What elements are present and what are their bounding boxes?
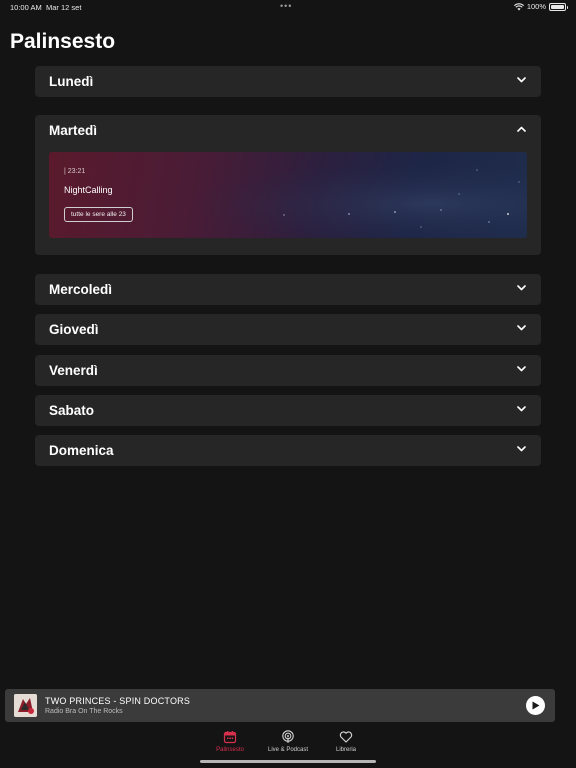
- mini-player[interactable]: TWO PRINCES - SPIN DOCTORS Radio Bra On …: [5, 689, 555, 722]
- day-label: Venerdì: [49, 363, 98, 378]
- tab-live-podcast[interactable]: Live & Podcast: [258, 730, 318, 753]
- tab-label: Live & Podcast: [267, 747, 309, 753]
- day-section-sabato: Sabato: [35, 395, 541, 426]
- tab-label: Palinsesto: [216, 747, 244, 753]
- show-card-nightcalling[interactable]: | 23:21 NightCalling tutte le sere alle …: [49, 152, 527, 238]
- battery-percent: 100%: [526, 2, 546, 11]
- day-header-lunedi[interactable]: Lunedì: [35, 66, 541, 98]
- tab-libreria[interactable]: Libreria: [316, 730, 376, 753]
- day-label: Sabato: [49, 403, 95, 418]
- chevron-down-icon: [517, 446, 526, 452]
- play-button[interactable]: [526, 696, 545, 715]
- battery-icon: [549, 2, 568, 11]
- day-section-martedi: Martedì | 23:21 NightCalling tutte le se…: [35, 115, 541, 255]
- track-title: TWO PRINCES - SPIN DOCTORS: [45, 696, 191, 706]
- show-schedule-button[interactable]: tutte le sere alle 23: [64, 207, 133, 222]
- chevron-down-icon: [517, 366, 526, 372]
- multitasking-dots-icon[interactable]: •••: [280, 1, 292, 11]
- day-section-giovedi: Giovedì: [35, 314, 541, 345]
- day-label: Domenica: [49, 443, 114, 458]
- starfield-background: [49, 152, 527, 238]
- chevron-down-icon: [517, 325, 526, 331]
- status-date: Mar 12 set: [46, 3, 82, 12]
- day-label: Giovedì: [49, 322, 99, 337]
- tab-palinsesto[interactable]: Palinsesto: [200, 730, 260, 753]
- status-indicators: 100%: [513, 2, 568, 11]
- home-indicator[interactable]: [200, 760, 376, 763]
- day-header-mercoledi[interactable]: Mercoledì: [35, 274, 541, 306]
- day-section-mercoledi: Mercoledì: [35, 274, 541, 305]
- chevron-down-icon: [517, 406, 526, 412]
- day-label: Martedì: [49, 123, 98, 138]
- status-bar: 10:00 AM Mar 12 set ••• 100%: [0, 0, 576, 16]
- day-header-sabato[interactable]: Sabato: [35, 395, 541, 427]
- show-time: | 23:21: [64, 168, 86, 175]
- show-name: NightCalling: [64, 185, 113, 195]
- page-title: Palinsesto: [10, 30, 116, 53]
- day-section-lunedi: Lunedì: [35, 66, 541, 97]
- day-label: Lunedì: [49, 74, 94, 89]
- calendar-icon: [223, 730, 237, 744]
- tab-label: Libreria: [335, 747, 356, 753]
- chevron-down-icon: [517, 77, 526, 83]
- chevron-up-icon: [517, 126, 526, 132]
- screen: 10:00 AM Mar 12 set ••• 100% Palinsesto …: [0, 0, 576, 768]
- wifi-icon: [513, 2, 524, 11]
- day-label: Mercoledì: [49, 282, 113, 297]
- day-header-martedi[interactable]: Martedì: [35, 115, 541, 147]
- play-icon: [532, 701, 540, 710]
- station-name: Radio Bra On The Rocks: [45, 708, 123, 715]
- heart-icon: [339, 730, 353, 744]
- day-header-domenica[interactable]: Domenica: [35, 435, 541, 467]
- day-section-venerdi: Venerdì: [35, 355, 541, 386]
- podcast-icon: [281, 730, 295, 744]
- chevron-down-icon: [517, 285, 526, 291]
- day-header-giovedi[interactable]: Giovedì: [35, 314, 541, 346]
- album-cover: [14, 694, 37, 717]
- status-time: 10:00 AM: [10, 3, 42, 12]
- day-section-domenica: Domenica: [35, 435, 541, 466]
- day-header-venerdi[interactable]: Venerdì: [35, 355, 541, 387]
